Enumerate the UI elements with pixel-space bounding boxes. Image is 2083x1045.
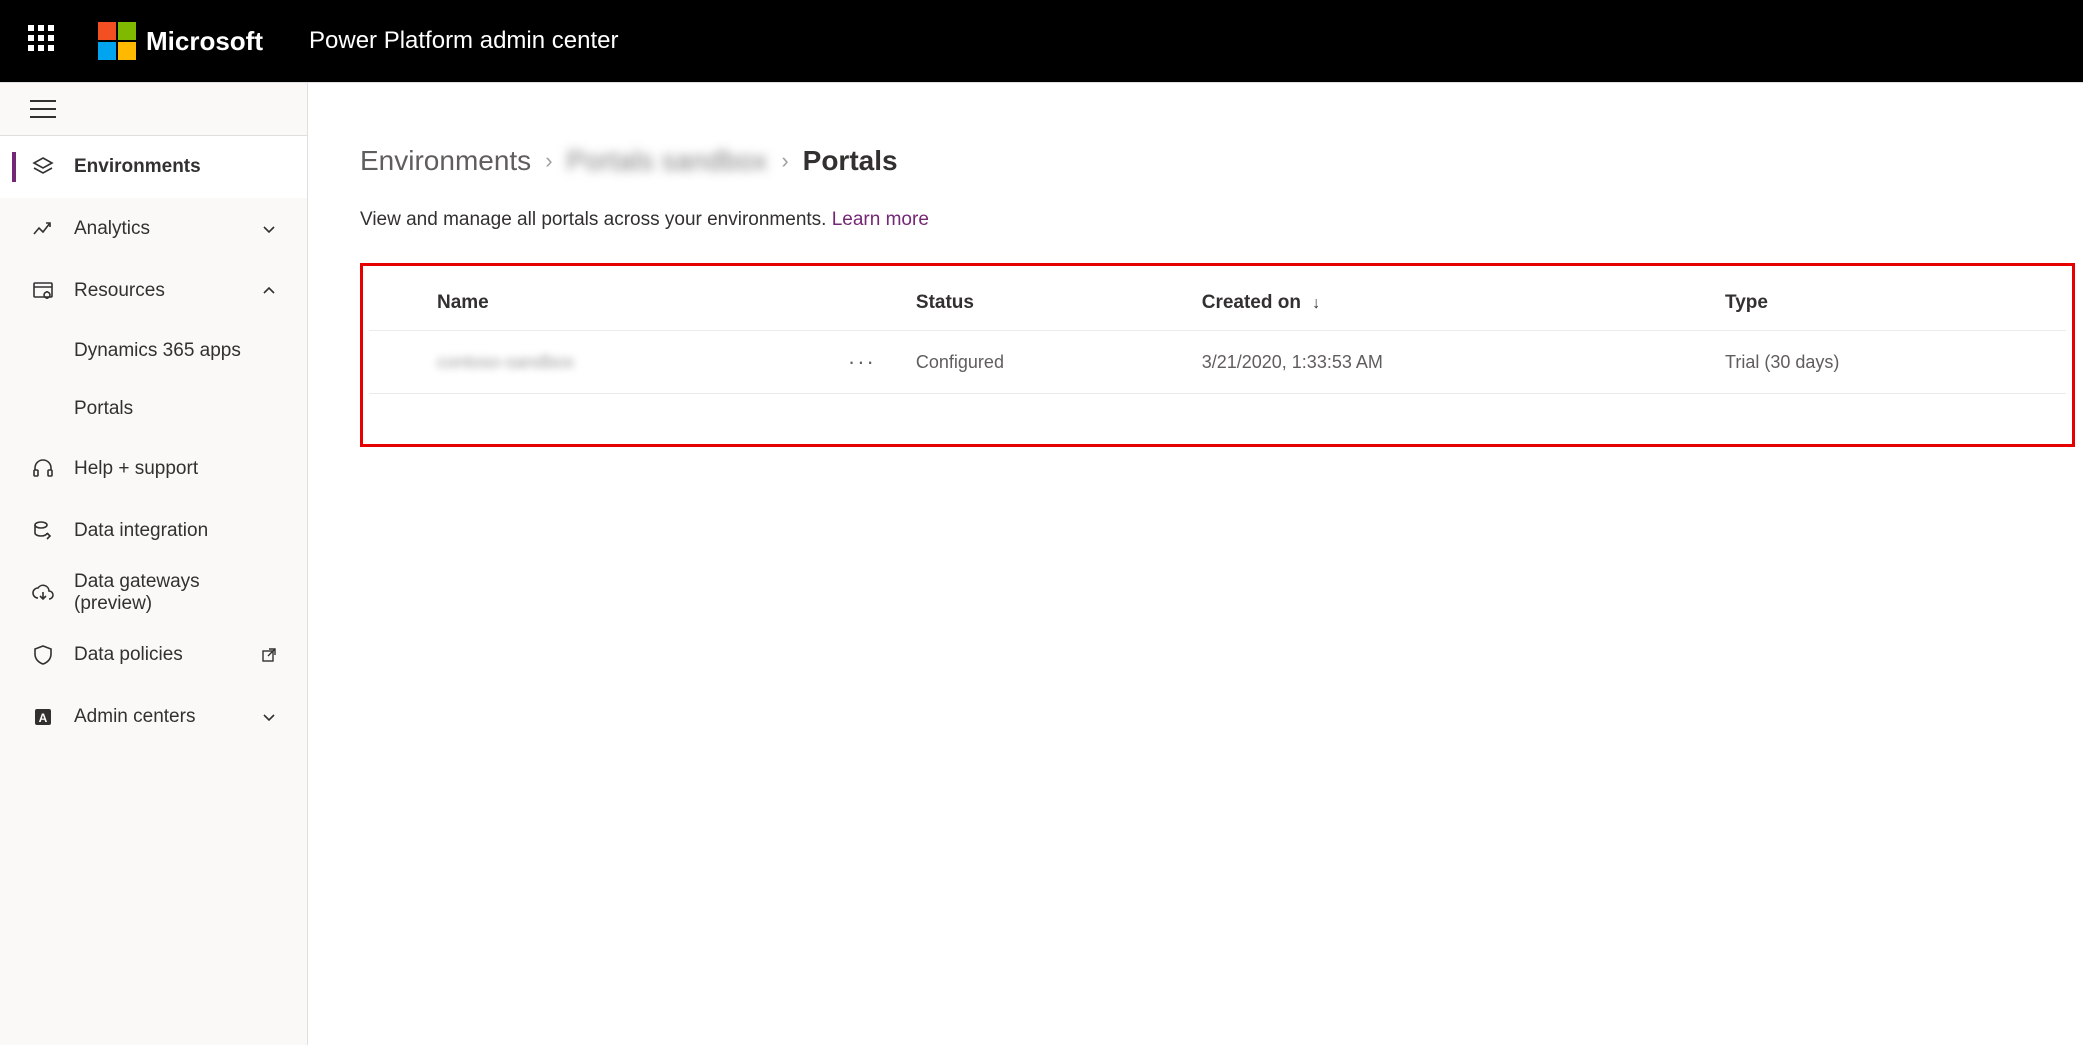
chevron-down-icon [261,221,277,237]
sort-down-icon: ↓ [1312,295,1320,312]
portals-table: Name Status Created on ↓ Type contoso-sa… [369,276,2066,394]
svg-text:A: A [39,711,48,725]
sidebar-item-label: Data integration [74,520,208,542]
sidebar-item-admin-centers[interactable]: A Admin centers [0,686,307,748]
cell-status: Configured [904,331,1190,394]
sidebar-item-label: Analytics [74,218,150,240]
cell-name: contoso-sandbox [437,352,574,372]
sidebar-item-data-integration[interactable]: Data integration [0,500,307,562]
hamburger-icon[interactable] [30,100,56,118]
sidebar-item-data-policies[interactable]: Data policies [0,624,307,686]
column-name[interactable]: Name [425,276,836,331]
window-gear-icon [30,278,56,304]
row-more-actions[interactable]: ··· [836,331,904,394]
open-external-icon [261,647,277,663]
main-content: Environments › Portals sandbox › Portals… [308,82,2083,1045]
microsoft-logo-icon [98,22,136,60]
chevron-right-icon: › [781,148,788,174]
breadcrumb-current: Portals [803,145,898,177]
cell-created-on: 3/21/2020, 1:33:53 AM [1190,331,1713,394]
chart-line-icon [30,216,56,242]
app-launcher-icon[interactable] [28,25,60,57]
sidebar-item-environments[interactable]: Environments [0,136,307,198]
sidebar-item-analytics[interactable]: Analytics [0,198,307,260]
sidebar-item-label: Admin centers [74,706,195,728]
sidebar-subitem-dynamics365[interactable]: Dynamics 365 apps [0,322,307,380]
breadcrumb-env[interactable]: Portals sandbox [567,145,768,177]
chevron-up-icon [261,283,277,299]
database-arrow-icon [30,518,56,544]
column-type[interactable]: Type [1713,276,2066,331]
top-header: Microsoft Power Platform admin center [0,0,2083,82]
breadcrumb-root[interactable]: Environments [360,145,531,177]
chevron-right-icon: › [545,148,552,174]
shield-icon [30,642,56,668]
cell-type: Trial (30 days) [1713,331,2066,394]
column-select [369,276,425,331]
table-row[interactable]: contoso-sandbox ··· Configured 3/21/2020… [369,331,2066,394]
learn-more-link[interactable]: Learn more [832,209,929,230]
column-created-on[interactable]: Created on ↓ [1190,276,1713,331]
sidebar-item-resources[interactable]: Resources [0,260,307,322]
sidebar-item-label: Environments [74,156,201,178]
sidebar-item-help-support[interactable]: Help + support [0,438,307,500]
chevron-down-icon [261,709,277,725]
sidebar-item-label: Data policies [74,644,183,666]
app-title: Power Platform admin center [309,27,618,55]
column-actions [836,276,904,331]
portals-table-highlight: Name Status Created on ↓ Type contoso-sa… [360,263,2075,447]
layers-icon [30,154,56,180]
sidebar-item-label: Data gateways (preview) [74,571,277,615]
brand-text: Microsoft [146,26,263,57]
breadcrumb: Environments › Portals sandbox › Portals [360,145,2075,177]
sidebar: Environments Analytics Resources [0,82,308,1045]
sidebar-item-label: Resources [74,280,165,302]
sidebar-item-label: Help + support [74,458,198,480]
sidebar-top-bar [0,83,307,136]
sidebar-item-data-gateways[interactable]: Data gateways (preview) [0,562,307,624]
sidebar-item-label: Portals [74,398,133,420]
admin-icon: A [30,704,56,730]
sidebar-subitem-portals[interactable]: Portals [0,380,307,438]
cloud-arrow-icon [30,580,56,606]
headset-icon [30,456,56,482]
intro-text: View and manage all portals across your … [360,209,2075,231]
column-status[interactable]: Status [904,276,1190,331]
sidebar-item-label: Dynamics 365 apps [74,340,241,362]
